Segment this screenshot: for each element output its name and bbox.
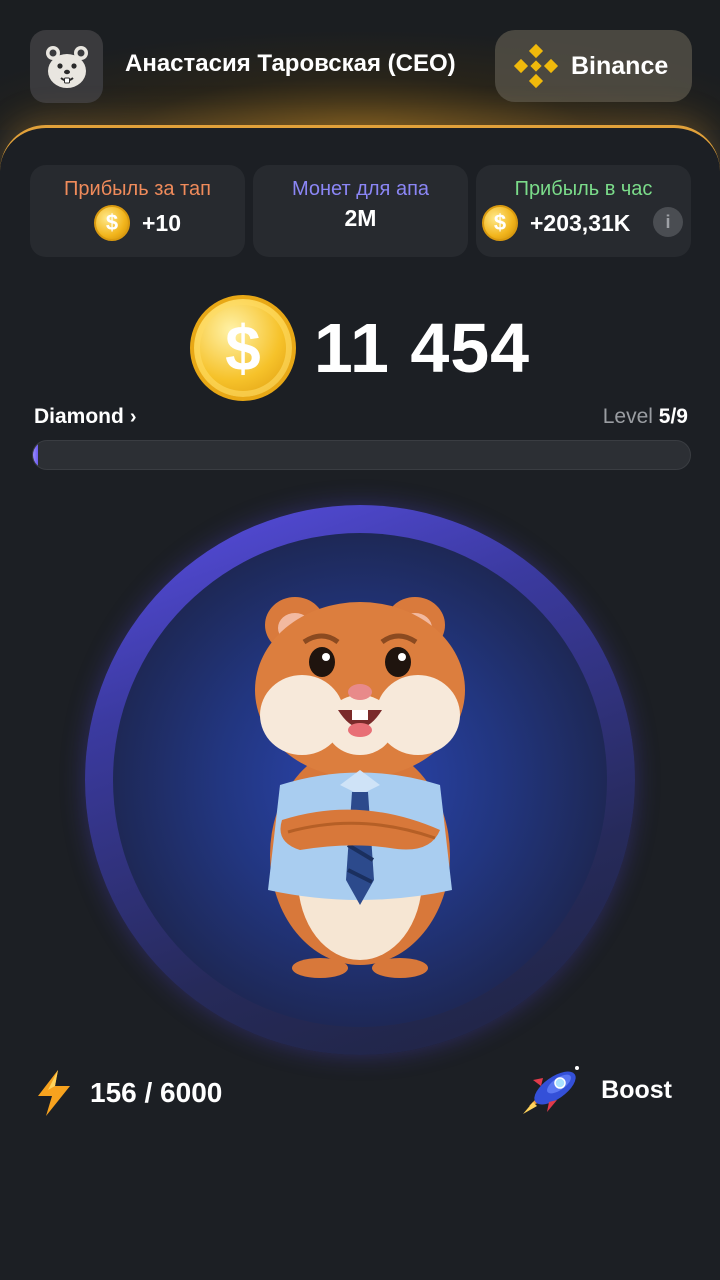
stat-card-coins-to-level-up[interactable]: Монет для апа 2M: [253, 165, 468, 257]
chevron-right-icon: ›: [129, 405, 137, 428]
stat-value: +203,31K: [530, 209, 631, 236]
level-value: 5/9: [658, 405, 688, 428]
hamster-avatar-icon: [45, 45, 88, 88]
level-label: Level: [602, 405, 653, 428]
header: Анастасия Таровская (CEO) Binance: [0, 0, 720, 130]
binance-logo-icon: [513, 43, 559, 89]
user-avatar[interactable]: [30, 30, 103, 103]
energy: 156 / 6000: [34, 1068, 222, 1118]
league-link[interactable]: Diamond ›: [34, 405, 137, 429]
level-progress-bar: [32, 440, 691, 470]
boost-label: Boost: [601, 1075, 672, 1104]
coin-icon: $: [482, 205, 518, 241]
rocket-icon: [523, 1066, 580, 1114]
tap-button-inner: [113, 533, 607, 1027]
boost-button[interactable]: Boost: [519, 1062, 672, 1118]
balance-value: 11 454: [313, 309, 531, 387]
coin-large-icon: $: [189, 295, 296, 401]
exchange-label: Binance: [571, 51, 669, 80]
stat-title: Прибыль за тап: [64, 178, 211, 200]
level-indicator: Level 5/9: [603, 405, 688, 429]
exchange-button[interactable]: Binance: [495, 30, 692, 102]
stat-value: 2M: [344, 205, 377, 231]
stat-value: +10: [141, 209, 181, 236]
stat-title: Прибыль в час: [514, 178, 653, 200]
stat-title: Монет для апа: [291, 178, 430, 200]
lightning-icon: [38, 1070, 70, 1116]
screen: Анастасия Таровская (CEO) Binance Прибыл…: [0, 0, 720, 1280]
energy-value: 156 / 6000: [90, 1077, 223, 1108]
league-name: Diamond: [34, 405, 124, 428]
balance: $ 11 454: [0, 295, 720, 401]
hamster-ceo-icon: [255, 597, 465, 978]
info-icon[interactable]: i: [653, 207, 683, 237]
stat-card-profit-per-tap[interactable]: Прибыль за тап $ +10: [30, 165, 245, 257]
user-name: Анастасия Таровская (CEO): [125, 50, 456, 77]
coin-icon: $: [93, 205, 130, 241]
tap-button[interactable]: [85, 505, 635, 1055]
stat-card-profit-per-hour[interactable]: Прибыль в час $ +203,31K i: [476, 165, 691, 257]
